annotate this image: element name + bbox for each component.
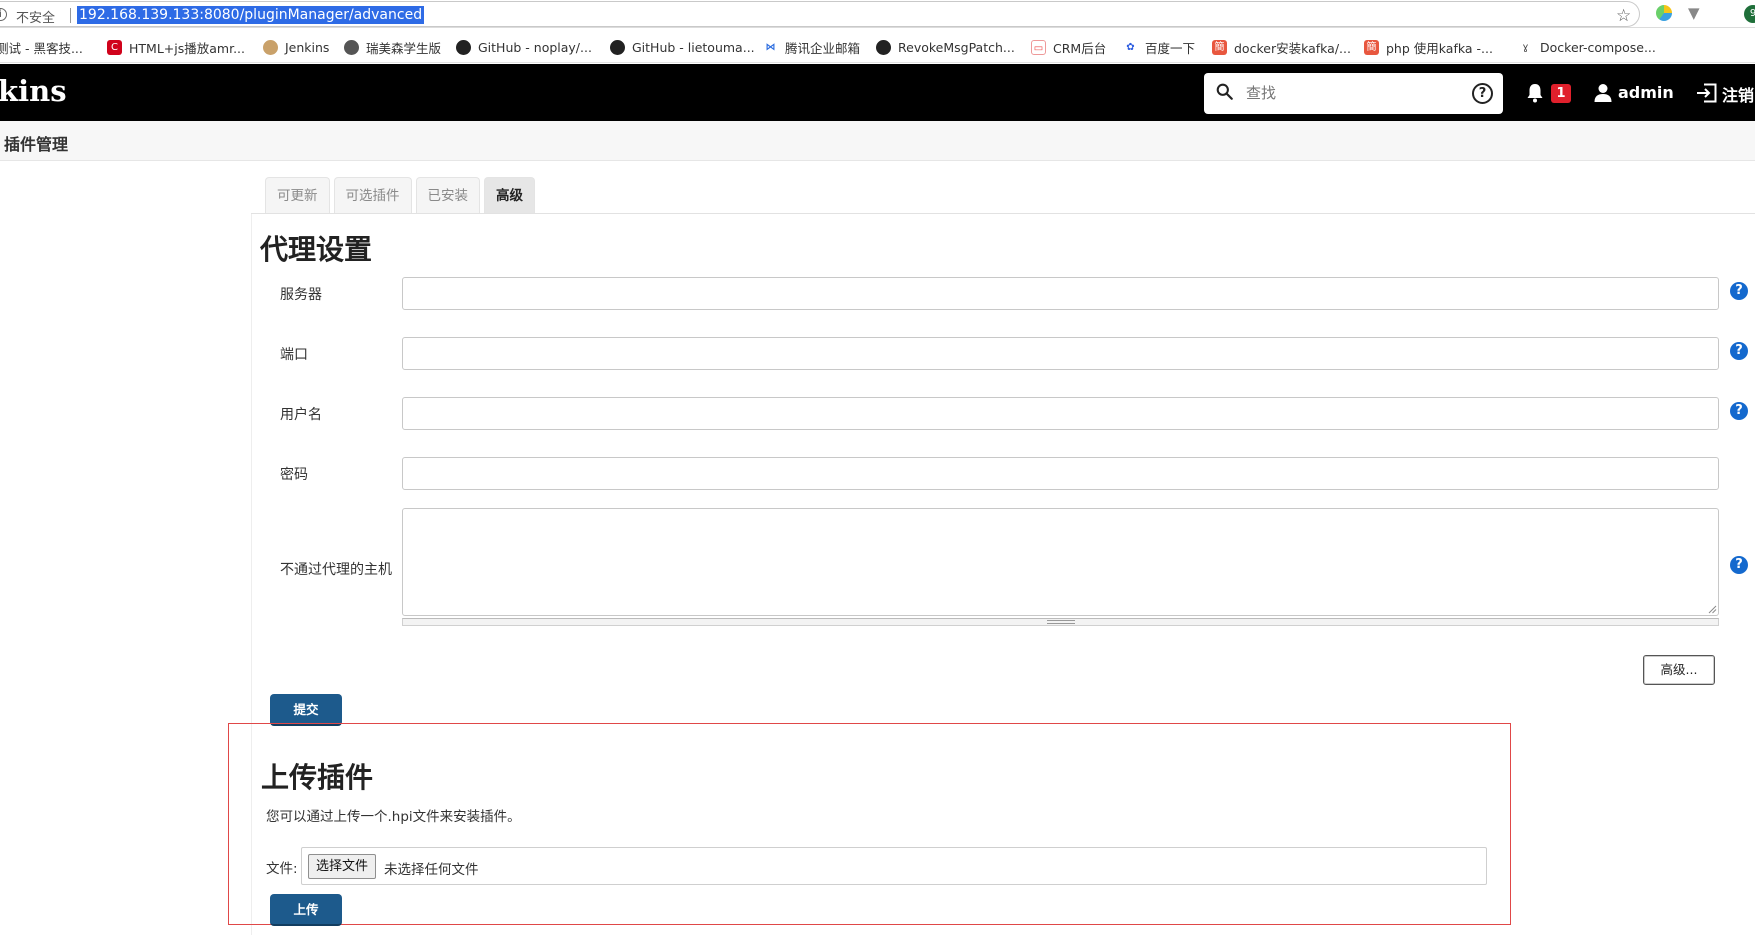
file-label: 文件: (266, 861, 298, 877)
password-label: 密码 (280, 467, 308, 483)
tab-advanced[interactable]: 高级 (484, 177, 535, 213)
server-help-icon[interactable]: ? (1730, 282, 1748, 300)
browser-address-bar: i 不安全 192.168.139.133:8080/pluginManager… (0, 0, 1755, 28)
textarea-resize-grip-icon[interactable] (1707, 604, 1717, 614)
submit-button[interactable]: 提交 (270, 694, 342, 726)
password-input[interactable] (402, 457, 1719, 490)
tab-available[interactable]: 可选插件 (333, 177, 412, 213)
bookmark-item[interactable]: ⋈ 腾讯企业邮箱 (763, 38, 860, 56)
upload-button[interactable]: 上传 (270, 894, 342, 926)
notification-badge[interactable]: 1 (1551, 84, 1571, 103)
username-label: 用户名 (280, 407, 322, 423)
port-label: 端口 (280, 347, 308, 363)
user-icon[interactable] (1594, 83, 1612, 103)
crm-icon: ▭ (1031, 39, 1046, 55)
no-proxy-hosts-label: 不通过代理的主机 (280, 562, 392, 578)
tabs-underline (251, 213, 1755, 214)
server-label: 服务器 (280, 287, 322, 303)
jianshu-icon: 簡 (1212, 39, 1227, 55)
jianshu-icon: 簡 (1364, 39, 1379, 55)
bookmark-star-icon[interactable]: ☆ (1616, 6, 1631, 26)
bookmark-item[interactable]: GitHub - lietouma... (610, 38, 755, 56)
breadcrumb: 插件管理 (0, 121, 1755, 161)
bookmark-label: docker安装kafka/... (1234, 40, 1351, 56)
no-file-selected-text: 未选择任何文件 (384, 862, 479, 878)
bookmark-label: Docker-compose... (1540, 39, 1656, 55)
bookmark-item[interactable]: ɣ Docker-compose... (1518, 38, 1656, 56)
tab-installed[interactable]: 已安装 (415, 177, 480, 213)
bookmark-label: RevokeMsgPatch... (898, 39, 1015, 55)
jenkins-logo[interactable]: kins (0, 74, 67, 108)
docker-compose-icon: ɣ (1518, 39, 1533, 55)
plugin-manager-tabs: 可更新 可选插件 已安装 高级 (265, 177, 539, 213)
choose-file-button[interactable]: 选择文件 (308, 854, 377, 879)
bookmark-item[interactable]: 瑞美森学生版 (344, 38, 441, 56)
port-help-icon[interactable]: ? (1730, 342, 1748, 360)
search-icon (1216, 83, 1233, 100)
globe-icon (344, 39, 359, 55)
address-separator (70, 8, 71, 23)
bookmark-label: 腾讯企业邮箱 (785, 40, 861, 56)
bookmark-label: GitHub - lietouma... (632, 39, 755, 55)
bookmark-label: Jenkins (285, 39, 330, 55)
bookmark-item[interactable]: C HTML+js播放amr... (107, 38, 245, 56)
username-help-icon[interactable]: ? (1730, 402, 1748, 420)
bookmark-label: CRM后台 (1053, 40, 1107, 56)
github-icon (876, 39, 891, 55)
user-name-link[interactable]: admin (1618, 83, 1674, 102)
bookmark-label: 百度一下 (1145, 40, 1196, 56)
github-icon (456, 39, 471, 55)
logout-icon[interactable] (1696, 83, 1717, 103)
advanced-button[interactable]: 高级... (1643, 655, 1715, 685)
tencent-mail-icon: ⋈ (763, 39, 778, 55)
url-text[interactable]: 192.168.139.133:8080/pluginManager/advan… (77, 6, 425, 24)
upload-description: 您可以通过上传一个.hpi文件来安装插件。 (266, 809, 521, 825)
bookmark-item[interactable]: 测试 - 黑客技... (0, 38, 83, 56)
baidu-paw-icon: ✿ (1123, 39, 1138, 55)
bookmark-c-icon: C (107, 39, 122, 55)
no-proxy-hosts-textarea[interactable] (402, 508, 1719, 616)
search-box: ? (1204, 73, 1503, 114)
username-input[interactable] (402, 397, 1719, 430)
expand-grip-icon (1047, 620, 1075, 624)
logout-link[interactable]: 注销 (1722, 82, 1754, 106)
github-icon (610, 39, 625, 55)
no-proxy-hosts-help-icon[interactable]: ? (1730, 556, 1748, 574)
bookmark-item[interactable]: GitHub - noplay/... (456, 38, 592, 56)
search-input[interactable] (1246, 79, 1446, 107)
url-field[interactable]: i 不安全 192.168.139.133:8080/pluginManager… (0, 1, 1640, 27)
proxy-settings-title: 代理设置 (260, 233, 373, 266)
bookmark-label: GitHub - noplay/... (478, 39, 592, 55)
extension-badge-icon[interactable]: 9 (1744, 5, 1755, 23)
insecure-label[interactable]: 不安全 (16, 7, 55, 26)
file-input[interactable]: 选择文件 未选择任何文件 (301, 847, 1487, 885)
jenkins-header: kins ? 1 admin 注销 (0, 64, 1755, 121)
bookmark-item[interactable]: ✿ 百度一下 (1123, 38, 1195, 56)
bookmark-item[interactable]: ▭ CRM后台 (1031, 38, 1106, 56)
textarea-expand-handle[interactable] (402, 618, 1719, 626)
bookmark-item[interactable]: Jenkins (263, 38, 329, 56)
bookmark-item[interactable]: 簡 docker安装kafka/... (1212, 38, 1351, 56)
search-help-icon[interactable]: ? (1472, 83, 1493, 104)
bookmark-label: 测试 - 黑客技... (0, 40, 83, 56)
breadcrumb-plugin-manager[interactable]: 插件管理 (4, 131, 68, 155)
bookmarks-bar: 测试 - 黑客技... C HTML+js播放amr... Jenkins 瑞美森… (0, 29, 1755, 63)
extension-vue-icon[interactable]: ▼ (1688, 4, 1700, 22)
bookmark-label: php 使用kafka -... (1386, 40, 1493, 56)
jenkins-icon (263, 39, 278, 55)
extension-colorful-icon[interactable] (1656, 5, 1672, 21)
bookmark-item[interactable]: RevokeMsgPatch... (876, 38, 1015, 56)
server-input[interactable] (402, 277, 1719, 310)
tab-updates[interactable]: 可更新 (265, 177, 330, 213)
bookmark-item[interactable]: 簡 php 使用kafka -... (1364, 38, 1493, 56)
bookmark-label: HTML+js播放amr... (129, 40, 245, 56)
upload-plugin-title: 上传插件 (261, 761, 374, 794)
bookmark-label: 瑞美森学生版 (366, 40, 442, 56)
info-icon[interactable]: i (0, 8, 7, 21)
port-input[interactable] (402, 337, 1719, 370)
bell-icon[interactable] (1526, 83, 1544, 103)
